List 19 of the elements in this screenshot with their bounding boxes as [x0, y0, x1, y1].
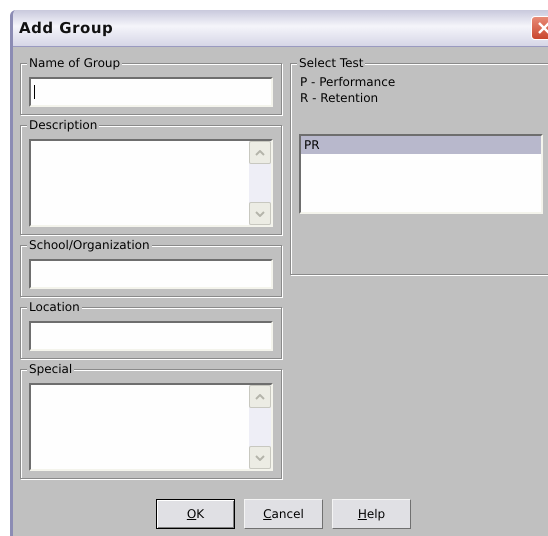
input-field[interactable]	[29, 259, 273, 289]
close-icon	[538, 22, 548, 34]
field-label: Name of Group	[27, 56, 122, 70]
dialog-button[interactable]: Cancel	[244, 499, 323, 529]
list-item[interactable]: PR	[301, 136, 541, 154]
field-label: School/Organization	[27, 238, 152, 252]
dialog-button[interactable]: Help	[332, 499, 411, 529]
field-label: Description	[27, 118, 100, 132]
text-area[interactable]	[29, 383, 273, 471]
window-title: Add Group	[18, 19, 114, 37]
dialog-button[interactable]: OK	[156, 499, 235, 529]
field-label: Special	[27, 362, 74, 376]
text-area[interactable]	[29, 139, 273, 227]
field-label: Location	[27, 300, 82, 314]
input-field[interactable]	[29, 77, 273, 107]
legend-text: R - Retention	[299, 90, 380, 106]
legend-text: P - Performance	[299, 74, 396, 90]
input-field[interactable]	[29, 321, 273, 351]
group-label: Select Test	[297, 56, 366, 70]
